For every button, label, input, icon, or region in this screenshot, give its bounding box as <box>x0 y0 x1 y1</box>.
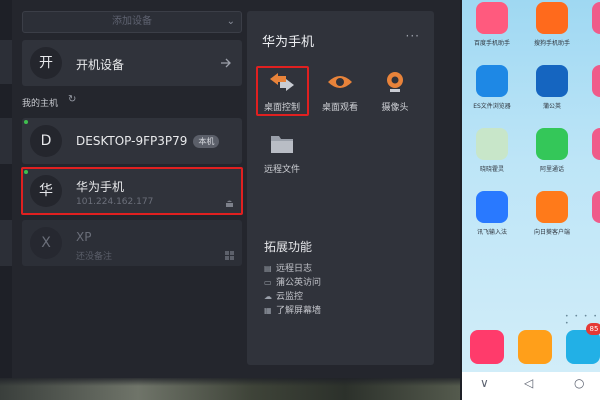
ext-label: 蒲公英访问 <box>276 278 322 288</box>
chevron-down-icon: ⌄ <box>226 16 235 27</box>
app-icon[interactable] <box>536 2 568 34</box>
add-device-label: 添加设备 <box>112 16 152 27</box>
my-hosts-label: 我的主机 <box>22 99 59 109</box>
app-icon[interactable] <box>476 2 508 34</box>
nav-down-icon[interactable]: ∨ <box>480 376 489 390</box>
selection-highlight <box>256 66 309 116</box>
remote-control-app: 添加设备 ⌄ 开 开机设备 我的主机 ↻ D DESKTOP-9FP3P79 本机… <box>0 0 460 378</box>
ext-cloud-monitor[interactable]: ☁ 云监控 <box>264 289 303 302</box>
func-remote-files[interactable]: 远程文件 <box>256 133 308 175</box>
app-icon[interactable] <box>476 65 508 97</box>
ext-screen-wall[interactable]: ▦ 了解屏幕墙 <box>264 303 321 316</box>
add-device-dropdown[interactable]: 添加设备 ⌄ <box>22 11 242 33</box>
avatar: D <box>30 125 62 157</box>
camera-icon <box>387 72 403 92</box>
online-indicator <box>24 120 28 124</box>
func-label: 摄像头 <box>381 103 409 113</box>
ext-remote-log[interactable]: ▤ 远程日志 <box>264 261 312 274</box>
device-name-text: DESKTOP-9FP3P79 <box>76 134 188 148</box>
dock-app-icon[interactable] <box>470 330 504 364</box>
folder-icon <box>271 136 293 153</box>
app-label: ES文件浏览器 <box>473 103 511 110</box>
func-label: 远程文件 <box>263 165 300 175</box>
selection-highlight <box>21 167 243 215</box>
app-label: 百度手机助手 <box>473 40 510 47</box>
app-icon[interactable] <box>476 128 508 160</box>
dock-app-icon[interactable] <box>518 330 552 364</box>
app-icon[interactable] <box>592 128 600 160</box>
device-note: 还没备注 <box>76 252 113 262</box>
app-label: 搜狗手机助手 <box>533 40 570 47</box>
ext-label: 了解屏幕墙 <box>276 306 322 316</box>
phone-nav-bar: ∨ ◁ ○ <box>462 372 600 400</box>
ext-label: 远程日志 <box>276 264 313 274</box>
ext-pgy-access[interactable]: ▭ 蒲公英访问 <box>264 275 321 288</box>
notification-badge: 85 <box>586 323 600 335</box>
arrow-right-icon <box>221 58 231 68</box>
power-on-label: 开机设备 <box>76 58 125 72</box>
strip-card <box>0 40 12 84</box>
app-label: 阿里通话 <box>539 166 564 173</box>
more-menu-icon[interactable]: ··· <box>406 29 420 43</box>
ext-label: 云监控 <box>276 292 304 302</box>
left-strip <box>0 0 12 378</box>
eye-icon <box>328 76 352 88</box>
background-landscape <box>0 378 460 400</box>
device-name: DESKTOP-9FP3P79 本机 <box>76 134 220 148</box>
app-icon[interactable] <box>536 191 568 223</box>
func-desktop-view[interactable]: 桌面观看 <box>314 71 366 113</box>
app-label: 讯飞输入法 <box>476 229 507 236</box>
extensions-title: 拓展功能 <box>264 240 313 254</box>
panel-title: 华为手机 <box>262 35 315 50</box>
device-detail-panel: 华为手机 ··· 桌面控制 桌面观看 摄像头 远程文件 拓展功能 ▤ 远程日志 … <box>247 11 434 365</box>
back-icon[interactable]: ◁ <box>524 376 533 390</box>
app-label: 晓晓霍灵 <box>479 166 504 173</box>
app-icon[interactable] <box>592 2 600 34</box>
strip-card <box>0 118 12 164</box>
power-on-device-button[interactable]: 开 开机设备 <box>22 40 242 86</box>
cloud-icon: ☁ <box>264 292 272 301</box>
refresh-icon[interactable]: ↻ <box>68 94 76 105</box>
home-icon[interactable]: ○ <box>574 376 584 390</box>
func-label: 桌面观看 <box>321 103 358 113</box>
device-card-xp[interactable]: X XP 还没备注 <box>22 220 242 266</box>
grid-icon: ▦ <box>264 306 272 315</box>
app-icon[interactable] <box>476 191 508 223</box>
dock-app-icon[interactable] <box>566 330 600 364</box>
device-card-desktop[interactable]: D DESKTOP-9FP3P79 本机 <box>22 118 242 164</box>
app-icon[interactable] <box>592 65 600 97</box>
app-icon[interactable] <box>536 128 568 160</box>
app-icon[interactable] <box>536 65 568 97</box>
document-icon: ▭ <box>264 278 272 287</box>
app-label: 蒲公英 <box>542 103 561 110</box>
windows-icon <box>225 251 234 260</box>
app-label: 向日葵客户端 <box>533 229 570 236</box>
strip-card <box>0 220 12 266</box>
avatar: 开 <box>30 47 62 79</box>
func-camera[interactable]: 摄像头 <box>369 71 421 113</box>
log-icon: ▤ <box>264 264 272 273</box>
avatar: X <box>30 227 62 259</box>
local-badge: 本机 <box>193 135 220 148</box>
app-icon[interactable] <box>592 191 600 223</box>
device-name: XP <box>76 230 92 244</box>
